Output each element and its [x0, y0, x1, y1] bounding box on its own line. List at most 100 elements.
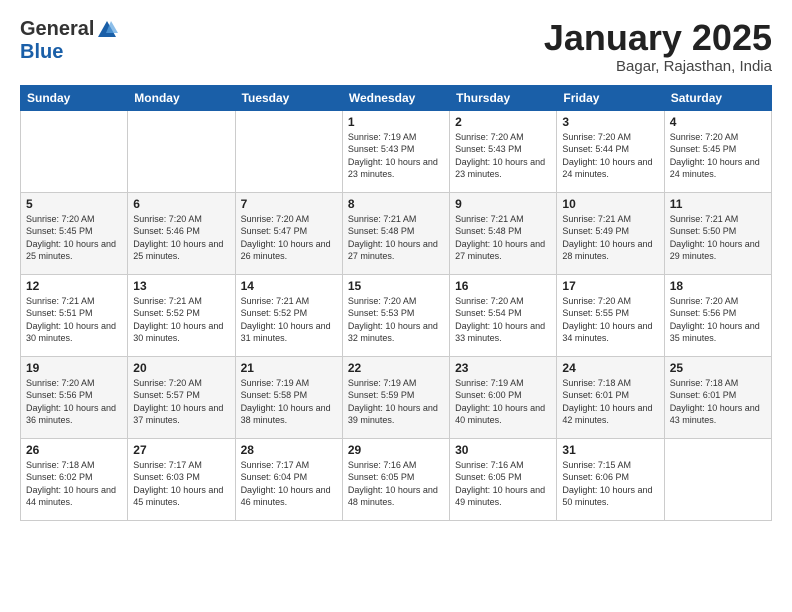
header-monday: Monday: [128, 85, 235, 110]
table-row: 2 Sunrise: 7:20 AM Sunset: 5:43 PM Daylig…: [450, 110, 557, 192]
page: General Blue January 2025 Bagar, Rajasth…: [0, 0, 792, 612]
table-row: [664, 438, 771, 520]
calendar-week-row: 1Sunrise: 7:19 AM Sunset: 5:43 PM Daylig…: [21, 110, 772, 192]
day-info: Sunrise: 7:20 AM Sunset: 5:45 PM Dayligh…: [670, 131, 766, 181]
table-row: 9 Sunrise: 7:21 AM Sunset: 5:48 PM Daylig…: [450, 192, 557, 274]
day-info: Sunrise: 7:20 AM Sunset: 5:53 PM Dayligh…: [348, 295, 444, 345]
header-wednesday: Wednesday: [342, 85, 449, 110]
day-info: Sunrise: 7:20 AM Sunset: 5:45 PM Dayligh…: [26, 213, 122, 263]
day-info: Sunrise: 7:18 AM Sunset: 6:02 PM Dayligh…: [26, 459, 122, 509]
month-title: January 2025: [544, 18, 772, 58]
day-number: 9: [455, 197, 551, 211]
day-number: 4: [670, 115, 766, 129]
day-number: 24: [562, 361, 658, 375]
day-number: 30: [455, 443, 551, 457]
day-info: Sunrise: 7:19 AM Sunset: 5:58 PM Dayligh…: [241, 377, 337, 427]
header-friday: Friday: [557, 85, 664, 110]
day-number: 26: [26, 443, 122, 457]
table-row: 14Sunrise: 7:21 AM Sunset: 5:52 PM Dayli…: [235, 274, 342, 356]
day-info: Sunrise: 7:20 AM Sunset: 5:55 PM Dayligh…: [562, 295, 658, 345]
table-row: 18 Sunrise: 7:20 AM Sunset: 5:56 PM Dayli…: [664, 274, 771, 356]
day-number: 2: [455, 115, 551, 129]
logo-icon: [96, 19, 118, 41]
day-number: 22: [348, 361, 444, 375]
day-number: 29: [348, 443, 444, 457]
table-row: 11 Sunrise: 7:21 AM Sunset: 5:50 PM Dayli…: [664, 192, 771, 274]
table-row: 12 Sunrise: 7:21 AM Sunset: 5:51 PM Dayli…: [21, 274, 128, 356]
location: Bagar, Rajasthan, India: [544, 58, 772, 75]
day-number: 3: [562, 115, 658, 129]
day-number: 31: [562, 443, 658, 457]
table-row: 13 Sunrise: 7:21 AM Sunset: 5:52 PM Dayli…: [128, 274, 235, 356]
day-info: Sunrise: 7:19 AM Sunset: 5:43 PM Dayligh…: [348, 131, 444, 181]
day-info: Sunrise: 7:21 AM Sunset: 5:50 PM Dayligh…: [670, 213, 766, 263]
table-row: 31 Sunrise: 7:15 AM Sunset: 6:06 PM Dayli…: [557, 438, 664, 520]
day-info: Sunrise: 7:17 AM Sunset: 6:03 PM Dayligh…: [133, 459, 229, 509]
day-number: 17: [562, 279, 658, 293]
header-right: January 2025 Bagar, Rajasthan, India: [544, 18, 772, 75]
day-number: 18: [670, 279, 766, 293]
table-row: 28 Sunrise: 7:17 AM Sunset: 6:04 PM Dayli…: [235, 438, 342, 520]
table-row: 22 Sunrise: 7:19 AM Sunset: 5:59 PM Dayli…: [342, 356, 449, 438]
header-thursday: Thursday: [450, 85, 557, 110]
day-info: Sunrise: 7:20 AM Sunset: 5:56 PM Dayligh…: [26, 377, 122, 427]
table-row: 27 Sunrise: 7:17 AM Sunset: 6:03 PM Dayli…: [128, 438, 235, 520]
day-info: Sunrise: 7:21 AM Sunset: 5:52 PM Dayligh…: [133, 295, 229, 345]
table-row: 21 Sunrise: 7:19 AM Sunset: 5:58 PM Dayli…: [235, 356, 342, 438]
weekday-header-row: Sunday Monday Tuesday Wednesday Thursday…: [21, 85, 772, 110]
calendar-week-row: 26 Sunrise: 7:18 AM Sunset: 6:02 PM Dayli…: [21, 438, 772, 520]
day-number: 16: [455, 279, 551, 293]
day-info: Sunrise: 7:21 AM Sunset: 5:51 PM Dayligh…: [26, 295, 122, 345]
day-info: Sunrise: 7:21 AM Sunset: 5:48 PM Dayligh…: [348, 213, 444, 263]
table-row: 19 Sunrise: 7:20 AM Sunset: 5:56 PM Dayli…: [21, 356, 128, 438]
header-tuesday: Tuesday: [235, 85, 342, 110]
day-info: Sunrise: 7:20 AM Sunset: 5:57 PM Dayligh…: [133, 377, 229, 427]
day-info: Sunrise: 7:16 AM Sunset: 6:05 PM Dayligh…: [455, 459, 551, 509]
table-row: 20 Sunrise: 7:20 AM Sunset: 5:57 PM Dayli…: [128, 356, 235, 438]
table-row: 8Sunrise: 7:21 AM Sunset: 5:48 PM Daylig…: [342, 192, 449, 274]
day-number: 6: [133, 197, 229, 211]
day-info: Sunrise: 7:21 AM Sunset: 5:49 PM Dayligh…: [562, 213, 658, 263]
day-number: 27: [133, 443, 229, 457]
day-number: 21: [241, 361, 337, 375]
table-row: 17 Sunrise: 7:20 AM Sunset: 5:55 PM Dayli…: [557, 274, 664, 356]
day-info: Sunrise: 7:20 AM Sunset: 5:44 PM Dayligh…: [562, 131, 658, 181]
table-row: 4 Sunrise: 7:20 AM Sunset: 5:45 PM Daylig…: [664, 110, 771, 192]
day-number: 10: [562, 197, 658, 211]
day-number: 20: [133, 361, 229, 375]
day-number: 12: [26, 279, 122, 293]
day-info: Sunrise: 7:21 AM Sunset: 5:48 PM Dayligh…: [455, 213, 551, 263]
table-row: 6Sunrise: 7:20 AM Sunset: 5:46 PM Daylig…: [128, 192, 235, 274]
day-number: 19: [26, 361, 122, 375]
day-number: 11: [670, 197, 766, 211]
table-row: 26 Sunrise: 7:18 AM Sunset: 6:02 PM Dayli…: [21, 438, 128, 520]
day-info: Sunrise: 7:18 AM Sunset: 6:01 PM Dayligh…: [562, 377, 658, 427]
calendar-week-row: 19 Sunrise: 7:20 AM Sunset: 5:56 PM Dayli…: [21, 356, 772, 438]
table-row: 24 Sunrise: 7:18 AM Sunset: 6:01 PM Dayli…: [557, 356, 664, 438]
table-row: 23Sunrise: 7:19 AM Sunset: 6:00 PM Dayli…: [450, 356, 557, 438]
table-row: 7Sunrise: 7:20 AM Sunset: 5:47 PM Daylig…: [235, 192, 342, 274]
day-number: 25: [670, 361, 766, 375]
table-row: 25Sunrise: 7:18 AM Sunset: 6:01 PM Dayli…: [664, 356, 771, 438]
logo: General Blue: [20, 18, 118, 64]
day-number: 13: [133, 279, 229, 293]
day-info: Sunrise: 7:20 AM Sunset: 5:56 PM Dayligh…: [670, 295, 766, 345]
header-saturday: Saturday: [664, 85, 771, 110]
day-number: 14: [241, 279, 337, 293]
day-info: Sunrise: 7:15 AM Sunset: 6:06 PM Dayligh…: [562, 459, 658, 509]
day-info: Sunrise: 7:16 AM Sunset: 6:05 PM Dayligh…: [348, 459, 444, 509]
day-number: 5: [26, 197, 122, 211]
day-number: 28: [241, 443, 337, 457]
day-info: Sunrise: 7:20 AM Sunset: 5:43 PM Dayligh…: [455, 131, 551, 181]
day-info: Sunrise: 7:20 AM Sunset: 5:54 PM Dayligh…: [455, 295, 551, 345]
header: General Blue January 2025 Bagar, Rajasth…: [20, 18, 772, 75]
logo-blue-text: Blue: [20, 41, 63, 64]
table-row: 1Sunrise: 7:19 AM Sunset: 5:43 PM Daylig…: [342, 110, 449, 192]
day-info: Sunrise: 7:17 AM Sunset: 6:04 PM Dayligh…: [241, 459, 337, 509]
table-row: 30 Sunrise: 7:16 AM Sunset: 6:05 PM Dayli…: [450, 438, 557, 520]
day-info: Sunrise: 7:19 AM Sunset: 5:59 PM Dayligh…: [348, 377, 444, 427]
calendar-week-row: 12 Sunrise: 7:21 AM Sunset: 5:51 PM Dayli…: [21, 274, 772, 356]
day-number: 7: [241, 197, 337, 211]
table-row: 16 Sunrise: 7:20 AM Sunset: 5:54 PM Dayli…: [450, 274, 557, 356]
table-row: 10 Sunrise: 7:21 AM Sunset: 5:49 PM Dayli…: [557, 192, 664, 274]
